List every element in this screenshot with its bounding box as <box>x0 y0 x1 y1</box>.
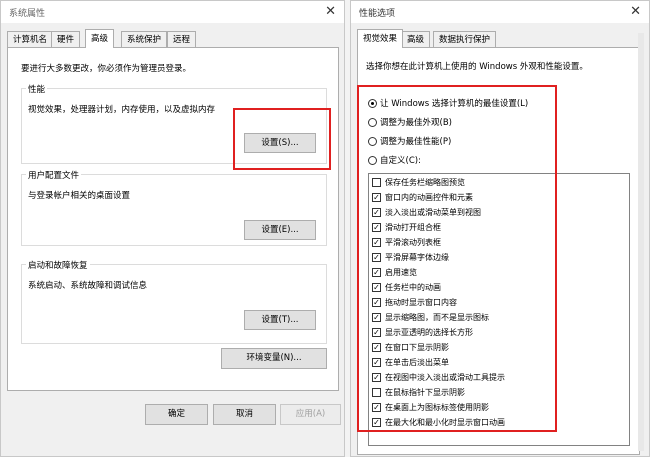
user-profiles-description: 与登录帐户相关的桌面设置 <box>28 191 131 201</box>
tab-computer-name[interactable]: 计算机名 <box>7 31 54 47</box>
intro-text: 选择你想在此计算机上使用的 Windows 外观和性能设置。 <box>366 62 588 72</box>
tab-system-protection[interactable]: 系统保护 <box>121 31 168 47</box>
tab-visual-effects[interactable]: 视觉效果 <box>357 29 404 48</box>
dialog-title: 性能选项 <box>359 9 396 19</box>
ok-button[interactable]: 确定 <box>145 404 208 425</box>
startup-recovery-settings-button[interactable]: 设置(T)... <box>244 310 316 330</box>
environment-variables-button[interactable]: 环境变量(N)... <box>221 348 327 369</box>
tab-panel-advanced: 要进行大多数更改，你必须作为管理员登录。 性能 视觉效果，处理器计划，内存使用，… <box>7 47 339 391</box>
user-profiles-settings-button[interactable]: 设置(E)... <box>244 220 316 240</box>
tab-remote[interactable]: 远程 <box>167 31 197 47</box>
cancel-button[interactable]: 取消 <box>213 404 276 425</box>
dialog-title: 系统属性 <box>9 9 46 19</box>
close-icon[interactable]: ✕ <box>630 4 641 19</box>
apply-button[interactable]: 应用(A) <box>280 404 341 425</box>
tab-advanced[interactable]: 高级 <box>401 31 431 47</box>
user-profiles-group: 用户配置文件 与登录帐户相关的桌面设置 设置(E)... <box>21 169 327 246</box>
highlight-box-performance <box>233 108 331 170</box>
title-bar[interactable]: 性能选项 ✕ <box>351 1 649 23</box>
user-profiles-label: 用户配置文件 <box>26 169 82 181</box>
highlight-box-options <box>357 85 557 432</box>
tab-advanced[interactable]: 高级 <box>85 29 115 48</box>
title-bar[interactable]: 系统属性 ✕ <box>1 1 344 23</box>
performance-description: 视觉效果，处理器计划，内存使用，以及虚拟内存 <box>28 105 216 115</box>
tab-dep[interactable]: 数据执行保护 <box>433 31 497 47</box>
startup-recovery-group: 启动和故障恢复 系统启动、系统故障和调试信息 设置(T)... <box>21 259 327 344</box>
startup-recovery-label: 启动和故障恢复 <box>26 259 90 271</box>
startup-recovery-description: 系统启动、系统故障和调试信息 <box>28 281 148 291</box>
admin-notice: 要进行大多数更改，你必须作为管理员登录。 <box>21 64 192 74</box>
tab-hardware[interactable]: 硬件 <box>51 31 81 47</box>
close-icon[interactable]: ✕ <box>325 4 336 19</box>
performance-label: 性能 <box>26 83 48 95</box>
scrollbar[interactable] <box>638 33 644 451</box>
system-properties-dialog: 系统属性 ✕ 计算机名 硬件 高级 系统保护 远程 要进行大多数更改，你必须作为… <box>0 0 345 457</box>
